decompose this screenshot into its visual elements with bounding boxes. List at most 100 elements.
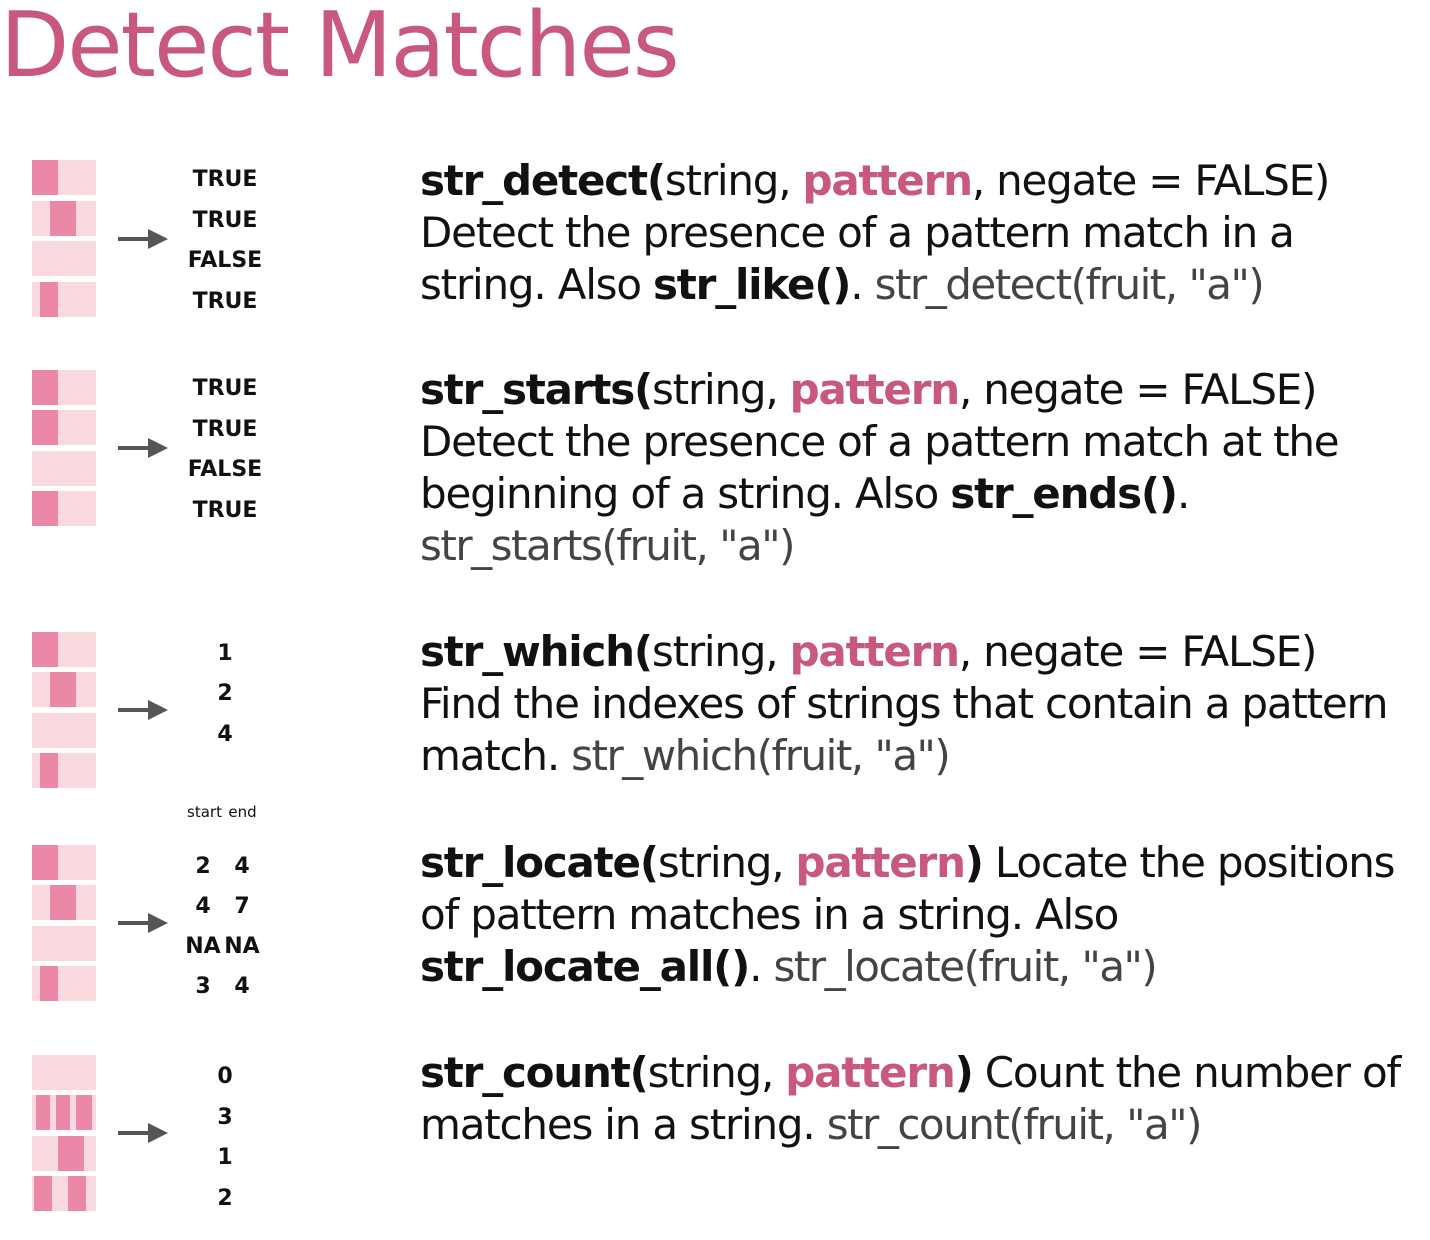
string-row	[32, 713, 96, 748]
string-row	[32, 672, 96, 707]
also-function: str_like()	[653, 260, 851, 309]
output-value: TRUE	[192, 376, 258, 401]
function-name: str_starts(	[420, 365, 653, 414]
string-row	[32, 370, 96, 405]
function-args-rest: )	[964, 838, 984, 887]
output-value: TRUE	[192, 417, 258, 442]
match-highlight	[56, 1095, 70, 1130]
string-row	[32, 1095, 96, 1130]
example-code: str_locate(fruit, "a")	[773, 942, 1157, 991]
start-value: 4	[195, 894, 211, 919]
function-description: str_locate(string, pattern) Locate the p…	[420, 837, 1425, 993]
also-function: str_ends()	[950, 469, 1178, 518]
match-highlight	[40, 282, 58, 317]
function-description: str_starts(string, pattern, negate = FAL…	[420, 364, 1425, 572]
function-description: str_which(string, pattern, negate = FALS…	[420, 626, 1425, 782]
match-highlight	[32, 370, 58, 405]
match-highlight	[40, 753, 58, 788]
start-value: NA	[185, 934, 221, 959]
pattern-arg: pattern	[789, 627, 960, 676]
string-row	[32, 885, 96, 920]
arrow-right-icon	[118, 229, 168, 249]
function-name: str_locate(	[420, 838, 659, 887]
description-text: Detect the presence of a pattern match a…	[420, 417, 1340, 518]
output-value: TRUE	[192, 208, 258, 233]
output-value: FALSE	[187, 457, 263, 482]
end-value: NA	[224, 934, 260, 959]
end-value: 4	[234, 854, 250, 879]
section-str-detect: TRUE TRUE FALSE TRUE str_detect(string, …	[0, 156, 1430, 340]
section-str-starts: TRUE TRUE FALSE TRUE str_starts(string, …	[0, 365, 1430, 590]
string-row	[32, 753, 96, 788]
string-row	[32, 632, 96, 667]
match-highlight	[32, 491, 58, 526]
output-value: TRUE	[192, 167, 258, 192]
example-code: str_detect(fruit, "a")	[874, 260, 1265, 309]
output-value: TRUE	[192, 498, 258, 523]
pattern-arg: pattern	[785, 1048, 955, 1097]
function-args: string,	[652, 365, 790, 414]
function-name: str_which(	[420, 627, 653, 676]
match-highlight	[32, 632, 58, 667]
pattern-arg: pattern	[795, 838, 966, 887]
end-value: 4	[234, 974, 250, 999]
output-value: 0	[217, 1064, 233, 1089]
example-code: str_count(fruit, "a")	[826, 1100, 1203, 1149]
section-str-count: 0 3 1 2 str_count(string, pattern) Count…	[0, 1048, 1430, 1225]
output-value: 3	[217, 1105, 233, 1130]
section-str-locate: start end 24 47 NA NA 34 str_locate(strin…	[0, 803, 1430, 1015]
section-str-which: 1 2 4 str_which(string, pattern, negate …	[0, 627, 1430, 802]
function-args-rest: )	[954, 1048, 974, 1097]
string-row	[32, 160, 96, 195]
string-row	[32, 845, 96, 880]
arrow-right-icon	[118, 913, 168, 933]
output-value: TRUE	[192, 289, 258, 314]
example-code: str_which(fruit, "a")	[571, 731, 951, 780]
function-args: string,	[651, 627, 790, 676]
string-row	[32, 410, 96, 445]
match-highlight	[40, 966, 58, 1001]
string-row	[32, 1176, 96, 1211]
match-highlight	[58, 1136, 84, 1171]
match-highlight	[68, 1176, 86, 1211]
output-value: 1	[217, 641, 233, 666]
match-highlight	[76, 1095, 92, 1130]
output-value: 2	[217, 681, 233, 706]
function-args: string,	[647, 1048, 786, 1097]
output-value: 2	[217, 1186, 233, 1211]
function-args: string,	[657, 838, 796, 887]
string-row	[32, 1055, 96, 1090]
function-name: str_detect(	[420, 156, 666, 205]
string-row	[32, 241, 96, 276]
match-highlight	[34, 1176, 52, 1211]
header-end: end	[228, 803, 257, 821]
string-row	[32, 451, 96, 486]
function-args-rest: , negate = FALSE)	[958, 627, 1318, 676]
match-highlight	[50, 885, 76, 920]
output-value: 4	[217, 722, 233, 747]
function-args-rest: , negate = FALSE)	[958, 365, 1318, 414]
string-row	[32, 966, 96, 1001]
match-highlight	[32, 845, 58, 880]
end-value: 7	[234, 894, 250, 919]
function-description: str_count(string, pattern) Count the num…	[420, 1047, 1425, 1151]
function-description: str_detect(string, pattern, negate = FAL…	[420, 155, 1425, 311]
match-highlight	[32, 410, 58, 445]
match-highlight	[50, 672, 76, 707]
example-code: str_starts(fruit, "a")	[420, 521, 795, 570]
match-highlight	[50, 201, 76, 236]
punctuation: .	[850, 260, 875, 309]
punctuation: .	[1176, 469, 1190, 518]
string-row	[32, 491, 96, 526]
match-highlight	[32, 160, 58, 195]
arrow-right-icon	[118, 438, 168, 458]
function-args: string,	[664, 156, 803, 205]
output-value: 1	[217, 1145, 233, 1170]
match-highlight	[36, 1095, 50, 1130]
page-title: Detect Matches	[0, 0, 680, 98]
string-row	[32, 926, 96, 961]
string-row	[32, 1136, 96, 1171]
start-value: 2	[195, 854, 211, 879]
pattern-arg: pattern	[802, 156, 973, 205]
pattern-arg: pattern	[789, 365, 960, 414]
